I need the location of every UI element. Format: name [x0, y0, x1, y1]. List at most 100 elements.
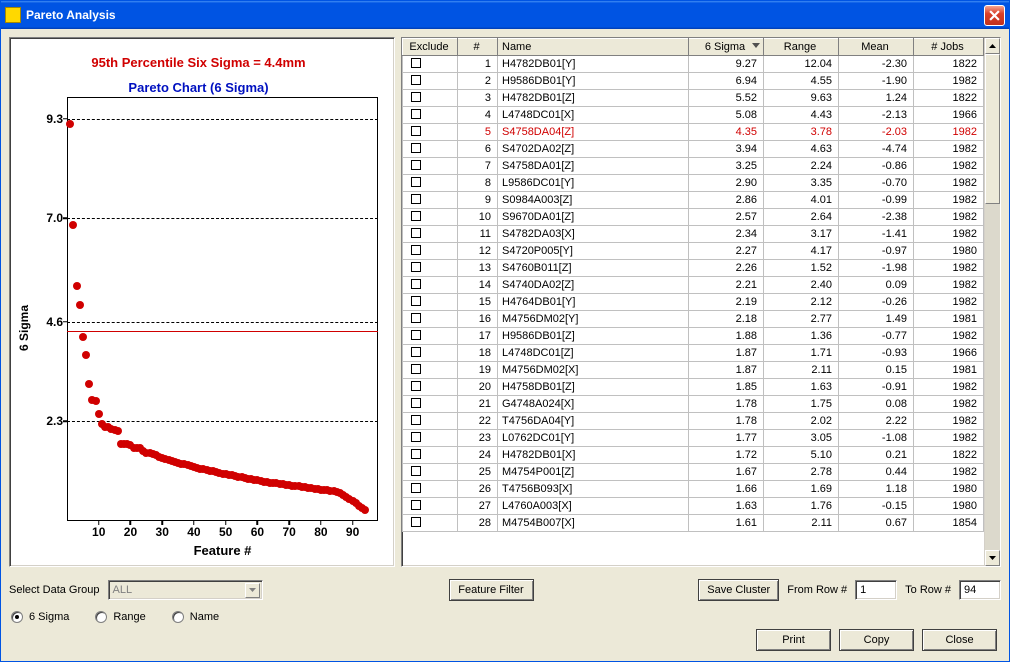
copy-button[interactable]: Copy [839, 629, 914, 651]
to-row-input[interactable] [959, 580, 1001, 600]
radio-name[interactable]: Name [172, 611, 219, 623]
save-cluster-button[interactable]: Save Cluster [698, 579, 779, 601]
col-header[interactable]: Exclude [403, 39, 458, 56]
checkbox-icon[interactable] [411, 347, 421, 357]
table-row[interactable]: 19M4756DM02[X]1.872.110.151981 [403, 362, 984, 379]
checkbox-icon[interactable] [411, 262, 421, 272]
table-row[interactable]: 22T4756DA04[Y]1.782.022.221982 [403, 413, 984, 430]
checkbox-icon[interactable] [411, 126, 421, 136]
table-row[interactable]: 28M4754B007[X]1.612.110.671854 [403, 515, 984, 532]
table-row[interactable]: 23L0762DC01[Y]1.773.05-1.081982 [403, 430, 984, 447]
scroll-down-icon[interactable] [985, 550, 1000, 566]
grid-scrollbar[interactable] [984, 38, 1000, 566]
from-row-input[interactable] [855, 580, 897, 600]
plot-area[interactable]: 2.34.67.09.3102030405060708090 [33, 97, 382, 541]
exclude-cell[interactable] [403, 90, 458, 107]
exclude-cell[interactable] [403, 311, 458, 328]
data-point[interactable] [95, 410, 103, 418]
table-row[interactable]: 6S4702DA02[Z]3.944.63-4.741982 [403, 141, 984, 158]
table-row[interactable]: 7S4758DA01[Z]3.252.24-0.861982 [403, 158, 984, 175]
data-point[interactable] [79, 333, 87, 341]
data-point[interactable] [85, 380, 93, 388]
exclude-cell[interactable] [403, 158, 458, 175]
exclude-cell[interactable] [403, 396, 458, 413]
checkbox-icon[interactable] [411, 245, 421, 255]
scroll-up-icon[interactable] [985, 38, 1000, 54]
checkbox-icon[interactable] [411, 279, 421, 289]
data-point[interactable] [114, 427, 122, 435]
checkbox-icon[interactable] [411, 177, 421, 187]
table-row[interactable]: 12S4720P005[Y]2.274.17-0.971980 [403, 243, 984, 260]
table-row[interactable]: 13S4760B011[Z]2.261.52-1.981982 [403, 260, 984, 277]
checkbox-icon[interactable] [411, 381, 421, 391]
checkbox-icon[interactable] [411, 109, 421, 119]
checkbox-icon[interactable] [411, 517, 421, 527]
radio-range[interactable]: Range [95, 611, 145, 623]
table-row[interactable]: 3H4782DB01[Z]5.529.631.241822 [403, 90, 984, 107]
table-row[interactable]: 9S0984A003[Z]2.864.01-0.991982 [403, 192, 984, 209]
close-icon[interactable] [984, 5, 1005, 26]
chevron-down-icon[interactable] [245, 583, 260, 598]
exclude-cell[interactable] [403, 73, 458, 90]
exclude-cell[interactable] [403, 277, 458, 294]
table-row[interactable]: 16M4756DM02[Y]2.182.771.491981 [403, 311, 984, 328]
table-row[interactable]: 18L4748DC01[Z]1.871.71-0.931966 [403, 345, 984, 362]
checkbox-icon[interactable] [411, 330, 421, 340]
table-row[interactable]: 21G4748A024[X]1.781.750.081982 [403, 396, 984, 413]
col-header[interactable]: Mean [839, 39, 914, 56]
exclude-cell[interactable] [403, 175, 458, 192]
table-row[interactable]: 10S9670DA01[Z]2.572.64-2.381982 [403, 209, 984, 226]
exclude-cell[interactable] [403, 328, 458, 345]
checkbox-icon[interactable] [411, 500, 421, 510]
scroll-track[interactable] [985, 54, 1000, 550]
feature-filter-button[interactable]: Feature Filter [449, 579, 534, 601]
table-row[interactable]: 14S4740DA02[Z]2.212.400.091982 [403, 277, 984, 294]
col-header[interactable]: # Jobs [914, 39, 984, 56]
print-button[interactable]: Print [756, 629, 831, 651]
table-row[interactable]: 1H4782DB01[Y]9.2712.04-2.301822 [403, 56, 984, 73]
checkbox-icon[interactable] [411, 483, 421, 493]
col-header[interactable]: 6 Sigma [689, 39, 764, 56]
checkbox-icon[interactable] [411, 466, 421, 476]
exclude-cell[interactable] [403, 345, 458, 362]
data-point[interactable] [76, 301, 84, 309]
data-point[interactable] [73, 282, 81, 290]
exclude-cell[interactable] [403, 124, 458, 141]
data-point[interactable] [92, 397, 100, 405]
table-row[interactable]: 15H4764DB01[Y]2.192.12-0.261982 [403, 294, 984, 311]
close-button[interactable]: Close [922, 629, 997, 651]
checkbox-icon[interactable] [411, 296, 421, 306]
checkbox-icon[interactable] [411, 364, 421, 374]
exclude-cell[interactable] [403, 141, 458, 158]
table-row[interactable]: 24H4782DB01[X]1.725.100.211822 [403, 447, 984, 464]
col-header[interactable]: Range [764, 39, 839, 56]
table-row[interactable]: 26T4756B093[X]1.661.691.181980 [403, 481, 984, 498]
radio-6sigma[interactable]: 6 Sigma [11, 611, 69, 623]
checkbox-icon[interactable] [411, 143, 421, 153]
exclude-cell[interactable] [403, 413, 458, 430]
table-row[interactable]: 17H9586DB01[Z]1.881.36-0.771982 [403, 328, 984, 345]
exclude-cell[interactable] [403, 56, 458, 73]
data-point[interactable] [361, 506, 369, 514]
col-header[interactable]: # [458, 39, 498, 56]
grid-header-row[interactable]: Exclude#Name6 SigmaRangeMean# Jobs [403, 39, 984, 56]
table-row[interactable]: 8L9586DC01[Y]2.903.35-0.701982 [403, 175, 984, 192]
checkbox-icon[interactable] [411, 92, 421, 102]
exclude-cell[interactable] [403, 107, 458, 124]
table-row[interactable]: 4L4748DC01[X]5.084.43-2.131966 [403, 107, 984, 124]
exclude-cell[interactable] [403, 515, 458, 532]
table-row[interactable]: 20H4758DB01[Z]1.851.63-0.911982 [403, 379, 984, 396]
exclude-cell[interactable] [403, 362, 458, 379]
data-point[interactable] [69, 221, 77, 229]
checkbox-icon[interactable] [411, 432, 421, 442]
data-grid[interactable]: Exclude#Name6 SigmaRangeMean# Jobs 1H478… [402, 38, 984, 566]
exclude-cell[interactable] [403, 260, 458, 277]
data-group-combo[interactable]: ALL [108, 580, 263, 600]
exclude-cell[interactable] [403, 481, 458, 498]
table-row[interactable]: 27L4760A003[X]1.631.76-0.151980 [403, 498, 984, 515]
table-row[interactable]: 11S4782DA03[X]2.343.17-1.411982 [403, 226, 984, 243]
exclude-cell[interactable] [403, 243, 458, 260]
checkbox-icon[interactable] [411, 194, 421, 204]
table-row[interactable]: 25M4754P001[Z]1.672.780.441982 [403, 464, 984, 481]
exclude-cell[interactable] [403, 192, 458, 209]
